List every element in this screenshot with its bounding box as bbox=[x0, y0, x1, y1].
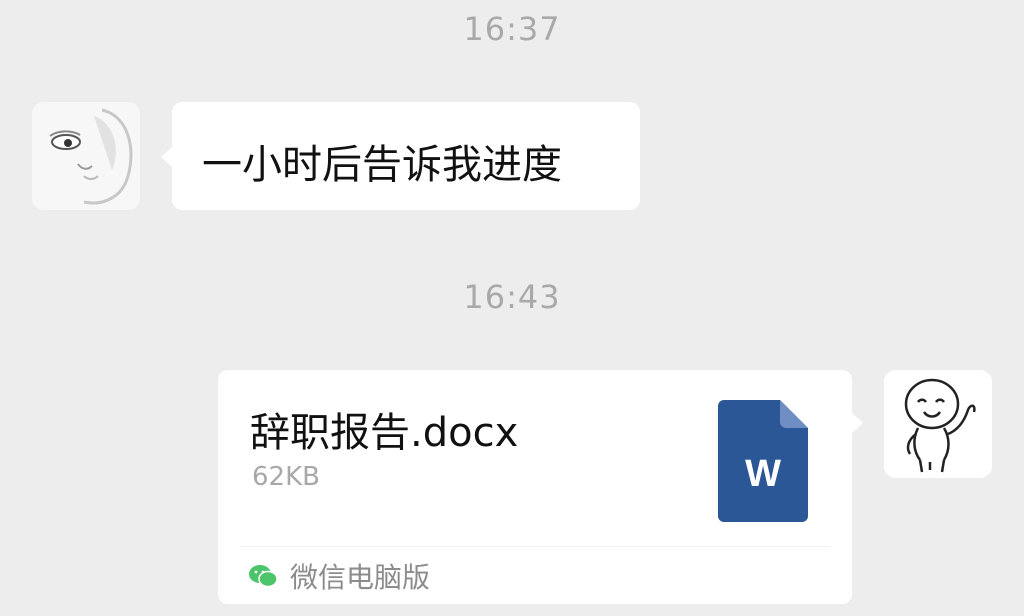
word-icon-letter: W bbox=[745, 453, 781, 495]
my-avatar[interactable] bbox=[884, 370, 992, 478]
divider bbox=[240, 546, 830, 547]
timestamp: 16:37 bbox=[463, 10, 561, 48]
contact-avatar[interactable] bbox=[32, 102, 140, 210]
word-document-icon: W bbox=[718, 400, 808, 522]
source-row: 微信电脑版 bbox=[248, 556, 430, 596]
sketched-face-icon bbox=[32, 102, 140, 210]
message-text: 一小时后告诉我进度 bbox=[202, 142, 562, 188]
source-label: 微信电脑版 bbox=[290, 561, 431, 594]
file-message-card[interactable]: 辞职报告.docx 62KB W 微信电脑版 bbox=[218, 370, 863, 604]
file-name: 辞职报告.docx bbox=[250, 410, 519, 456]
wechat-icon bbox=[249, 565, 278, 588]
incoming-message-bubble[interactable]: 一小时后告诉我进度 bbox=[161, 102, 640, 210]
file-size: 62KB bbox=[252, 462, 320, 492]
doodle-figure-icon bbox=[884, 370, 992, 478]
timestamp: 16:43 bbox=[463, 278, 561, 316]
